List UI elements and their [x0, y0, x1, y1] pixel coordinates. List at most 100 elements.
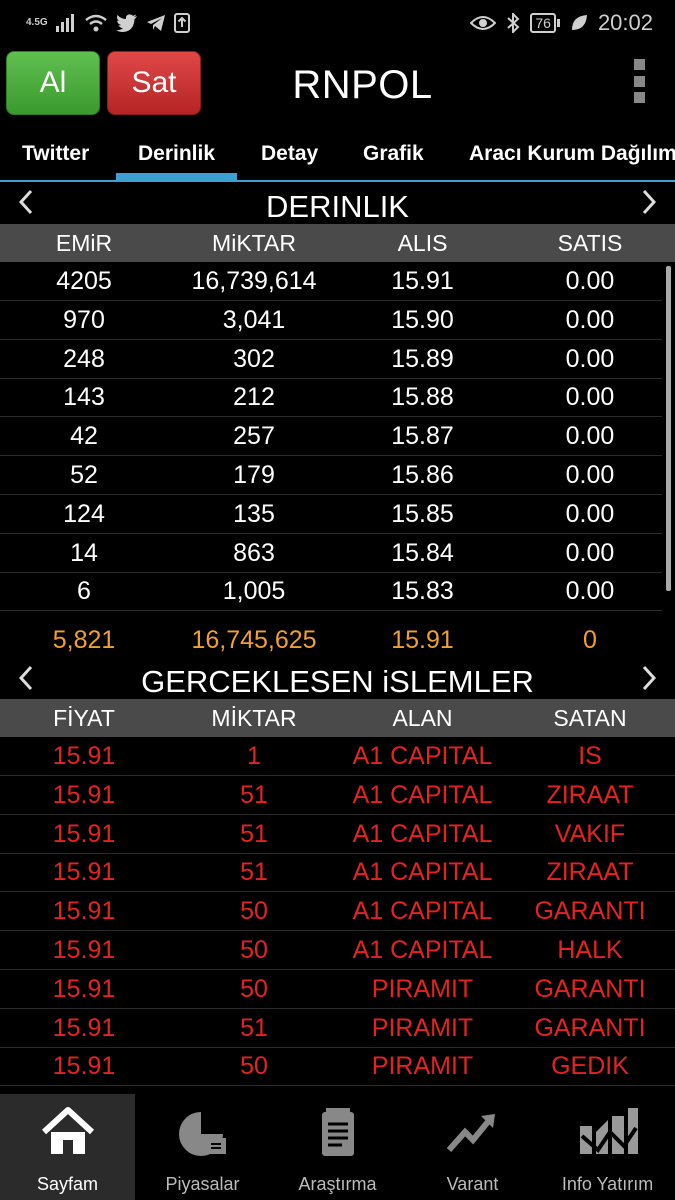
table-cell: 124 [63, 499, 105, 528]
col-alis: ALIS [397, 230, 448, 256]
table-cell: 970 [63, 305, 105, 334]
table-row[interactable]: 970 3,041 15.90 0.00 [0, 301, 662, 340]
buy-button[interactable]: Al [6, 51, 100, 115]
table-cell: PIRAMIT [371, 1013, 474, 1042]
table-cell: 15.86 [391, 461, 454, 489]
table-cell: 52 [70, 461, 98, 489]
table-row[interactable]: 52 179 15.86 0.00 [0, 456, 662, 495]
table-cell: GEDIK [551, 1052, 629, 1081]
table-row[interactable]: 15.91 50 PIRAMIT GARANTI [0, 970, 675, 1009]
table-cell: 257 [233, 422, 275, 451]
table-row[interactable]: 15.91 51 PIRAMIT GARANTI [0, 1009, 675, 1048]
table-row[interactable]: 248 302 15.89 0.00 [0, 340, 662, 379]
clock: 20:02 [597, 9, 653, 35]
table-cell: 15.88 [391, 383, 454, 412]
depth-scrollbar[interactable] [666, 266, 671, 591]
table-cell: 16,739,614 [191, 267, 317, 295]
table-row[interactable]: 15.91 51 A1 CAPITAL ZIRAAT [0, 776, 675, 815]
table-cell: 15.87 [391, 422, 454, 451]
table-cell: 143 [63, 383, 105, 412]
table-row[interactable]: 15.91 51 A1 CAPITAL VAKIF [0, 815, 675, 854]
table-cell: 1,005 [222, 577, 286, 606]
table-cell: HALK [557, 936, 623, 964]
nav-arastirma[interactable]: Araştırma [270, 1094, 405, 1200]
trades-column-header: FİYAT MİKTAR ALAN SATAN [0, 699, 675, 737]
table-cell: 15.84 [391, 538, 454, 567]
table-cell: PIRAMIT [371, 974, 474, 1003]
table-cell: A1 CAPITAL [352, 936, 493, 964]
table-cell: 15.91 [52, 1052, 116, 1081]
wifi-icon [84, 14, 107, 31]
depth-totals-row: 5,821 16,745,625 15.91 0 [0, 621, 662, 659]
chevron-right-icon[interactable] [637, 188, 661, 216]
table-row[interactable]: 15.91 50 PIRAMIT GEDIK [0, 1047, 675, 1087]
table-cell: IS [578, 742, 602, 770]
bottom-navigation: Sayfam Piyasalar Araştırma Varant Info Y… [0, 1094, 675, 1200]
nav-varant[interactable]: Varant [405, 1094, 540, 1200]
table-row[interactable]: 124 135 15.85 0.00 [0, 495, 662, 534]
table-cell: 0.00 [565, 344, 615, 373]
table-cell: GARANTI [534, 897, 646, 926]
table-cell: A1 CAPITAL [352, 742, 493, 770]
signal-icon [55, 13, 74, 32]
table-cell: 15.89 [391, 344, 454, 373]
nav-sayfam[interactable]: Sayfam [0, 1094, 135, 1200]
col-fiyat: FİYAT [53, 705, 115, 731]
table-cell: 15.91 [52, 819, 116, 848]
table-cell: 15.90 [391, 305, 454, 334]
table-cell: 15.91 [391, 267, 454, 295]
table-row[interactable]: 4205 16,739,614 15.91 0.00 [0, 262, 662, 301]
table-cell: A1 CAPITAL [352, 819, 493, 848]
table-cell: PIRAMIT [371, 1052, 474, 1081]
tab-grafik[interactable]: Grafik [363, 128, 424, 180]
table-cell: 50 [240, 974, 268, 1003]
table-cell: 179 [233, 461, 275, 489]
table-row[interactable]: 15.91 1 A1 CAPITAL IS [0, 737, 675, 776]
table-cell: ZIRAAT [546, 780, 634, 809]
tab-detay[interactable]: Detay [261, 128, 318, 180]
table-cell: 135 [233, 499, 275, 528]
table-cell: A1 CAPITAL [352, 897, 493, 926]
col-alan: ALAN [392, 705, 453, 731]
pie-chart-icon [179, 1112, 226, 1156]
total-alis: 15.91 [391, 626, 454, 654]
tab-araci-kurum[interactable]: Aracı Kurum Dağılımı [469, 128, 675, 180]
table-cell: 0.00 [565, 383, 615, 412]
table-row[interactable]: 15.91 50 A1 CAPITAL GARANTI [0, 892, 675, 932]
table-cell: A1 CAPITAL [352, 858, 493, 887]
document-icon [322, 1108, 354, 1156]
tab-twitter[interactable]: Twitter [22, 128, 89, 180]
table-row[interactable]: 143 212 15.88 0.00 [0, 378, 662, 418]
nav-info-yatirim[interactable]: Info Yatırım [540, 1094, 675, 1200]
depth-title: DERINLIK [266, 189, 409, 224]
home-icon [41, 1107, 95, 1154]
twitter-icon [115, 13, 137, 32]
upload-icon [173, 12, 190, 33]
table-cell: 50 [240, 936, 268, 964]
total-satis: 0 [583, 626, 597, 654]
symbol-title: RNPOL [292, 63, 433, 107]
table-cell: 302 [233, 344, 275, 373]
table-row[interactable]: 42 257 15.87 0.00 [0, 417, 662, 457]
table-row[interactable]: 6 1,005 15.83 0.00 [0, 572, 662, 612]
table-cell: 15.91 [52, 858, 116, 887]
tab-derinlik[interactable]: Derinlik [115, 128, 238, 180]
eye-icon [470, 15, 497, 30]
chevron-right-icon[interactable] [637, 664, 661, 692]
network-type: 4.5G [26, 16, 48, 28]
total-emir: 5,821 [52, 626, 116, 654]
more-menu-icon[interactable] [630, 59, 648, 103]
table-cell: 0.00 [565, 538, 615, 567]
table-row[interactable]: 15.91 50 A1 CAPITAL HALK [0, 931, 675, 970]
sell-button[interactable]: Sat [107, 51, 201, 115]
table-cell: 51 [240, 819, 268, 848]
table-row[interactable]: 15.91 51 A1 CAPITAL ZIRAAT [0, 853, 675, 893]
table-row[interactable]: 14 863 15.84 0.00 [0, 534, 662, 573]
bluetooth-icon [507, 12, 520, 33]
table-cell: 6 [77, 577, 91, 606]
table-cell: 51 [240, 780, 268, 809]
nav-piyasalar[interactable]: Piyasalar [135, 1094, 270, 1200]
table-cell: 51 [240, 858, 268, 887]
table-cell: 0.00 [565, 577, 615, 606]
telegram-icon [146, 14, 165, 31]
